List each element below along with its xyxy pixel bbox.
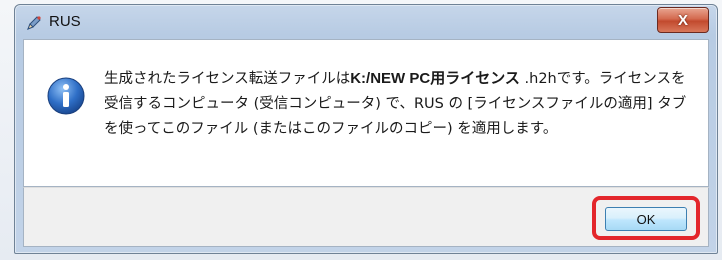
title-bar[interactable]: RUS X <box>15 5 717 39</box>
button-bar: OK <box>23 187 709 247</box>
info-icon <box>47 77 85 115</box>
message-part-1: 生成されたライセンス転送ファイルは <box>104 71 351 87</box>
close-button[interactable]: X <box>657 7 709 33</box>
pencil-icon <box>27 16 41 30</box>
message-area: 生成されたライセンス転送ファイルはK:/NEW PC用ライセンス .h2hです。… <box>23 39 709 187</box>
screen: RUS X 生成されたライセンス転送ファイルはK:/NEW PC用ライセンス .… <box>0 0 722 260</box>
window-title: RUS <box>49 13 81 30</box>
message-text: 生成されたライセンス転送ファイルはK:/NEW PC用ライセンス .h2hです。… <box>104 66 694 142</box>
close-icon: X <box>677 11 688 29</box>
file-path: K:/NEW PC用ライセンス <box>350 70 520 87</box>
ok-button[interactable]: OK <box>605 207 687 231</box>
ok-highlight-box: OK <box>592 196 700 240</box>
message-dialog: RUS X 生成されたライセンス転送ファイルはK:/NEW PC用ライセンス .… <box>14 4 718 254</box>
